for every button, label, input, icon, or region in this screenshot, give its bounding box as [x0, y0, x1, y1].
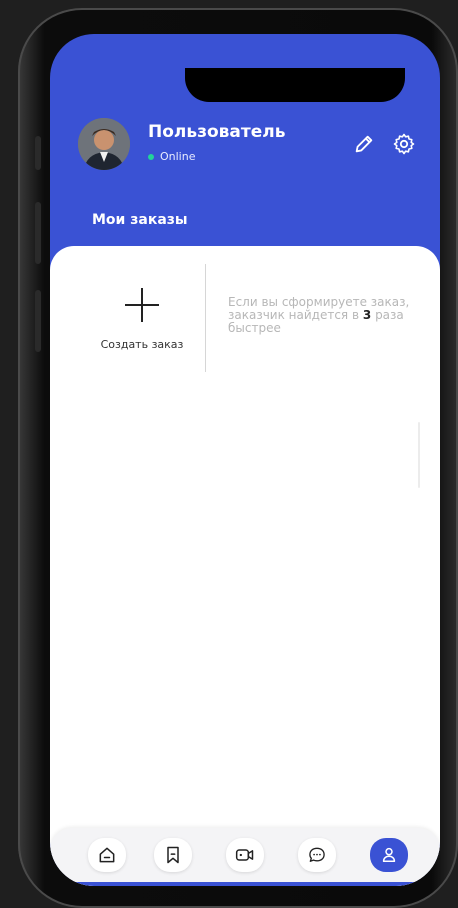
nav-chat[interactable] [298, 838, 336, 872]
mute-switch [35, 136, 41, 170]
gear-icon [393, 133, 415, 155]
section-title-my-orders: Мои заказы [92, 212, 188, 228]
bottom-navigation [50, 828, 440, 886]
online-status: Online [148, 150, 195, 163]
volume-down-button [35, 290, 41, 352]
nav-home[interactable] [88, 838, 126, 872]
nav-video[interactable] [226, 838, 264, 872]
volume-up-button [35, 202, 41, 264]
user-name: Пользователь [148, 122, 286, 142]
pencil-icon [355, 135, 373, 153]
hint-number: 3 [362, 308, 372, 322]
user-icon [382, 847, 396, 862]
divider [205, 264, 206, 372]
create-order-label: Создать заказ [100, 338, 184, 351]
app-screen: Пользователь Online Мои заказы Создать з… [50, 34, 440, 886]
home-icon [99, 847, 115, 863]
chat-icon [309, 847, 325, 862]
notch [185, 68, 405, 102]
order-hint: Если вы сформируете заказ, заказчик найд… [228, 296, 424, 335]
bookmark-icon [167, 846, 179, 864]
avatar-photo [78, 118, 130, 170]
video-icon [235, 849, 254, 861]
status-dot [148, 153, 154, 160]
create-order-button[interactable]: Создать заказ [90, 286, 194, 366]
edit-button[interactable] [350, 130, 378, 158]
scrollbar[interactable] [418, 422, 420, 488]
status-text: Online [160, 150, 196, 163]
nav-profile[interactable] [370, 838, 408, 872]
home-indicator [50, 882, 440, 886]
settings-button[interactable] [390, 130, 418, 158]
nav-saved[interactable] [154, 838, 192, 872]
plus-icon [125, 288, 159, 322]
orders-panel: Создать заказ Если вы сформируете заказ,… [50, 246, 440, 886]
avatar[interactable] [78, 118, 130, 170]
